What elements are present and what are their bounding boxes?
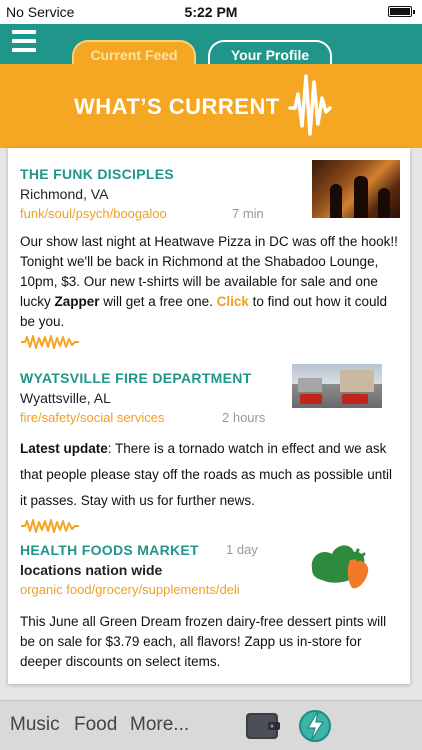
post-age: 2 hours bbox=[222, 410, 266, 425]
post-body: Our show last night at Heatwave Pizza in… bbox=[20, 232, 402, 332]
post-location: Wyattsville, AL bbox=[20, 390, 111, 406]
health-foods-logo bbox=[311, 545, 369, 589]
band-photo[interactable] bbox=[312, 160, 400, 218]
section-banner: WHAT’S CURRENT bbox=[0, 64, 422, 148]
post-body: This June all Green Dream frozen dairy-f… bbox=[20, 614, 387, 669]
post-tags[interactable]: funk/soul/psych/boogaloo bbox=[20, 206, 167, 221]
status-bar: No Service 5:22 PM bbox=[0, 0, 422, 24]
nav-food[interactable]: Food bbox=[74, 714, 117, 736]
zapper-highlight: Zapper bbox=[54, 294, 100, 309]
wallet-icon[interactable] bbox=[244, 709, 282, 743]
battery-icon bbox=[388, 6, 415, 17]
feed-card: THE FUNK DISCIPLES Richmond, VA funk/sou… bbox=[8, 148, 410, 684]
post-text: will get a free one. bbox=[99, 294, 217, 309]
lightning-icon[interactable] bbox=[296, 707, 334, 745]
fire-station-photo[interactable] bbox=[292, 364, 382, 408]
app-header: Current Feed Your Profile bbox=[0, 24, 422, 70]
click-link[interactable]: Click bbox=[217, 294, 249, 309]
post-subtitle: locations nation wide bbox=[20, 562, 163, 578]
post-author[interactable]: THE FUNK DISCIPLES bbox=[20, 166, 174, 182]
squiggle-divider-icon bbox=[21, 335, 79, 349]
feed-post[interactable]: THE FUNK DISCIPLES Richmond, VA funk/sou… bbox=[8, 148, 410, 358]
page-title: WHAT’S CURRENT bbox=[74, 94, 280, 119]
bottom-nav: Music Food More... bbox=[0, 700, 422, 750]
post-author[interactable]: HEALTH FOODS MARKET bbox=[20, 542, 199, 558]
post-body: Latest update: There is a tornado watch … bbox=[20, 436, 402, 514]
waveform-icon bbox=[288, 74, 332, 136]
hamburger-icon[interactable] bbox=[12, 30, 36, 56]
feed-post[interactable]: WYATSVILLE FIRE DEPARTMENT Wyattsville, … bbox=[8, 360, 410, 540]
feed-post[interactable]: HEALTH FOODS MARKET 1 day locations nati… bbox=[8, 532, 410, 682]
update-label: Latest update bbox=[20, 441, 108, 456]
post-tags[interactable]: fire/safety/social services bbox=[20, 410, 165, 425]
post-author[interactable]: WYATSVILLE FIRE DEPARTMENT bbox=[20, 370, 252, 386]
post-age: 1 day bbox=[226, 542, 258, 557]
clock: 5:22 PM bbox=[184, 4, 238, 20]
nav-music[interactable]: Music bbox=[10, 714, 60, 736]
post-tags[interactable]: organic food/grocery/supplements/deli bbox=[20, 582, 240, 597]
nav-more[interactable]: More... bbox=[130, 714, 189, 736]
post-age: 7 min bbox=[232, 206, 264, 221]
post-location: Richmond, VA bbox=[20, 186, 109, 202]
